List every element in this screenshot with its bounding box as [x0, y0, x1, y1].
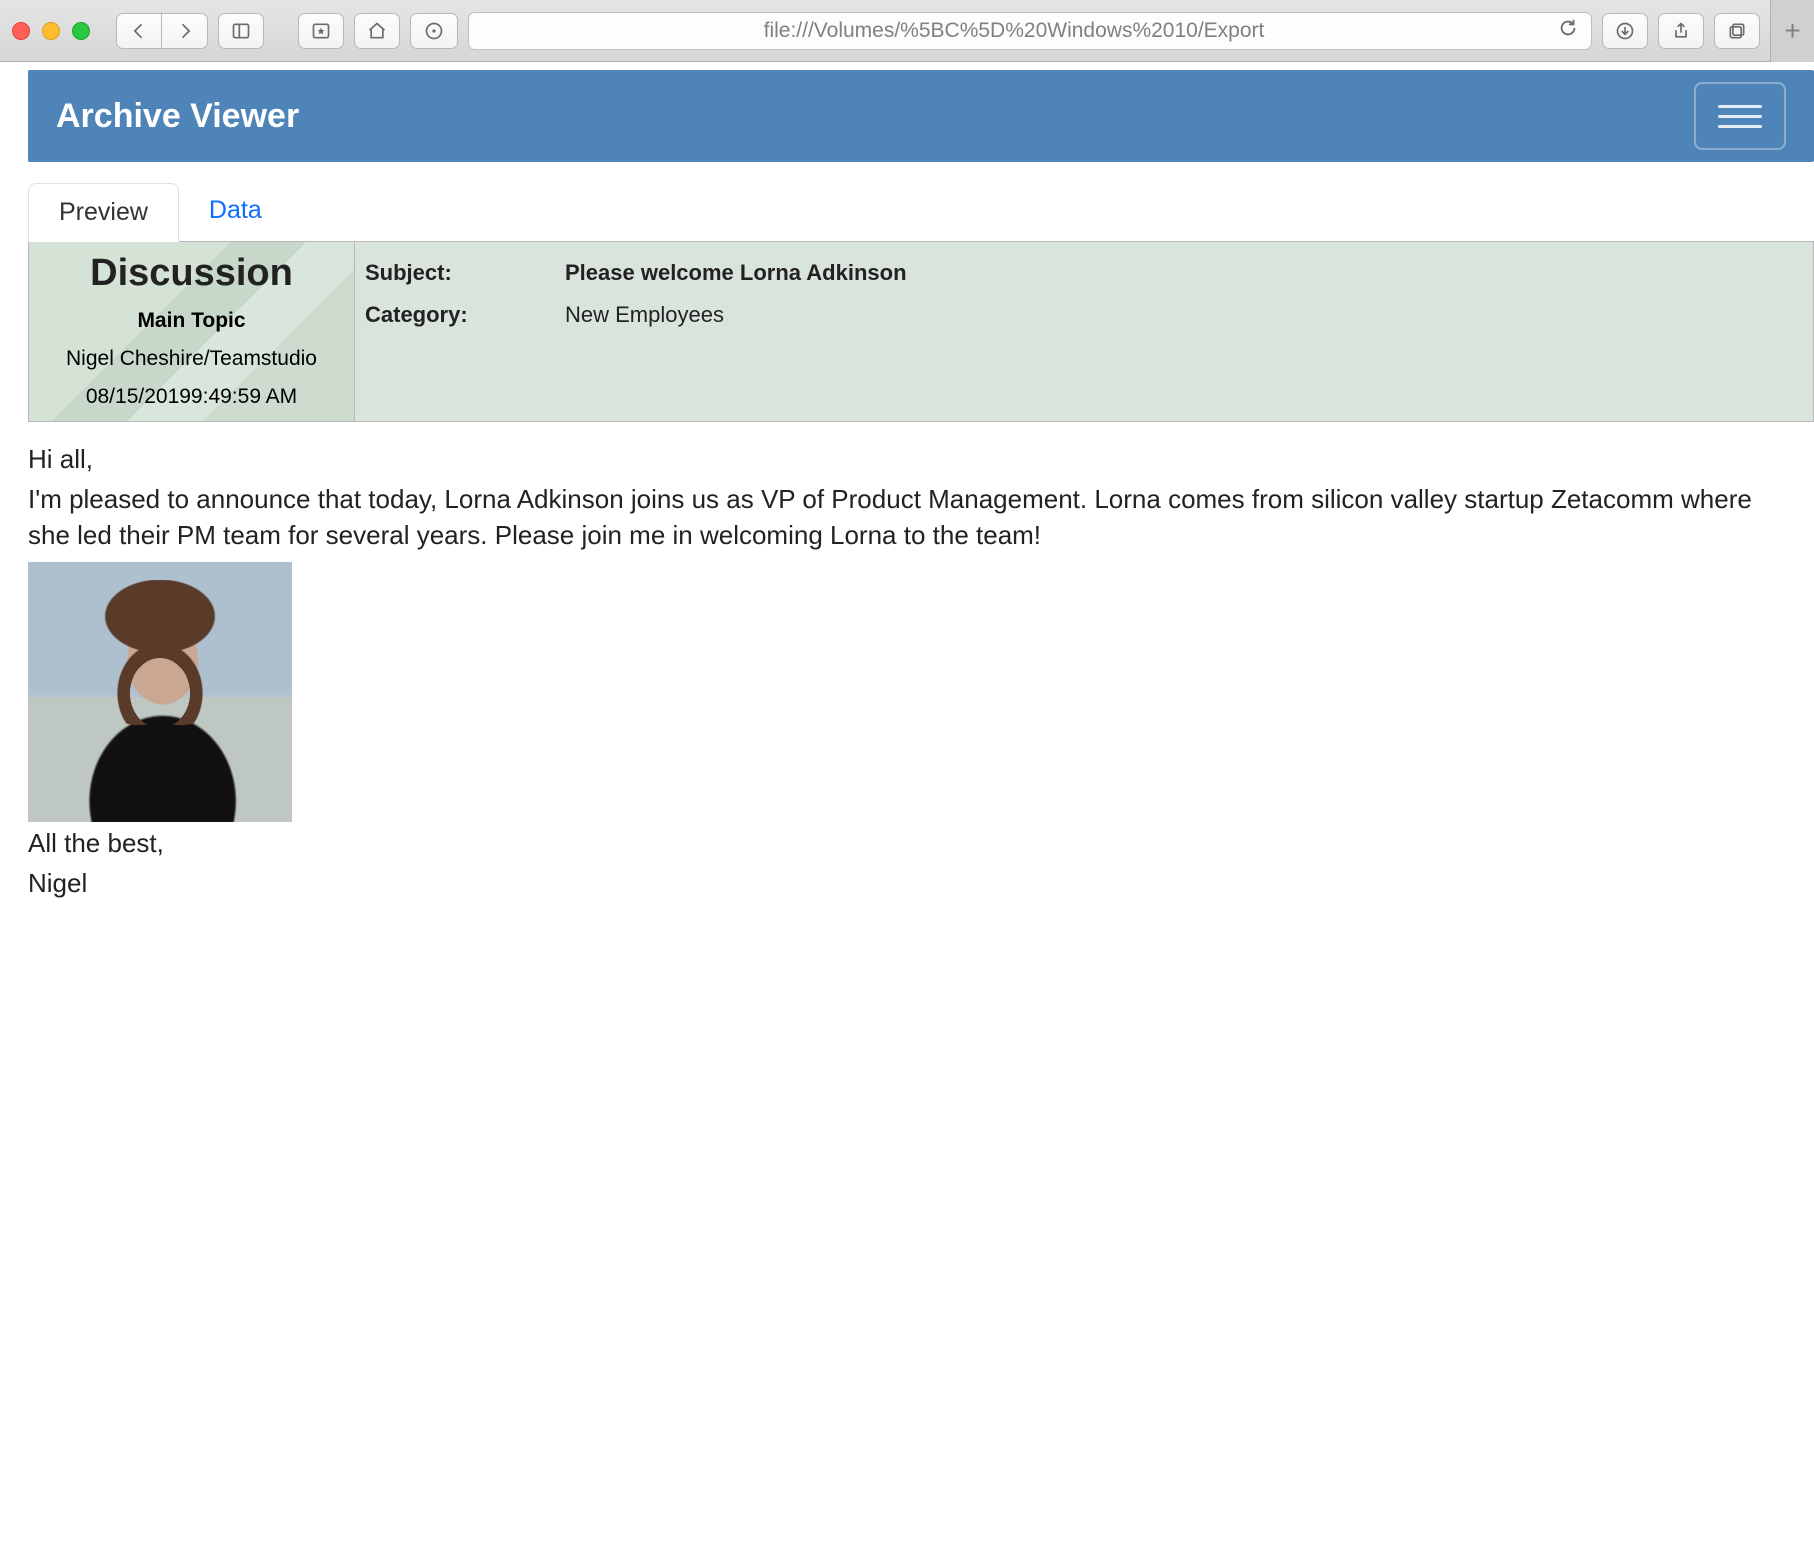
tab-data[interactable]: Data: [179, 182, 292, 241]
main-topic-label: Main Topic: [37, 309, 346, 333]
window-controls: [12, 22, 90, 40]
forward-button[interactable]: [162, 13, 208, 49]
share-button[interactable]: [1658, 13, 1704, 49]
tabs-icon: [1727, 21, 1747, 41]
share-icon: [1671, 21, 1691, 41]
sidebar-button[interactable]: [218, 13, 264, 49]
page-viewport: Archive Viewer Preview Data Discussion M…: [0, 70, 1814, 901]
body-paragraph: All the best,: [28, 826, 1788, 862]
star-box-icon: [311, 21, 331, 41]
body-paragraph: Hi all,: [28, 442, 1788, 478]
tab-label: Data: [209, 196, 262, 224]
address-bar[interactable]: file:///Volumes/%5BC%5D%20Windows%2010/E…: [468, 12, 1592, 50]
tab-label: Preview: [59, 198, 148, 226]
body-paragraph: I'm pleased to announce that today, Lorn…: [28, 482, 1788, 554]
home-icon: [367, 21, 387, 41]
subject-value: Please welcome Lorna Adkinson: [565, 260, 907, 286]
category-value: New Employees: [565, 302, 724, 328]
key-circle-icon: [424, 21, 444, 41]
home-button[interactable]: [354, 13, 400, 49]
zoom-window-button[interactable]: [72, 22, 90, 40]
menu-toggle-button[interactable]: [1694, 82, 1786, 150]
discussion-heading: Discussion: [37, 252, 346, 295]
category-row: Category: New Employees: [365, 294, 1803, 336]
category-label: Category:: [365, 302, 565, 328]
meta-details: Subject: Please welcome Lorna Adkinson C…: [355, 242, 1813, 421]
top-sites-button[interactable]: [298, 13, 344, 49]
reload-icon: [1557, 17, 1579, 39]
subject-label: Subject:: [365, 260, 565, 286]
tab-bar: Preview Data: [28, 182, 1814, 241]
tab-preview[interactable]: Preview: [28, 183, 179, 242]
sidebar-icon: [231, 21, 251, 41]
new-tab-button[interactable]: +: [1770, 0, 1814, 62]
message-meta: Discussion Main Topic Nigel Cheshire/Tea…: [28, 241, 1814, 422]
meta-summary: Discussion Main Topic Nigel Cheshire/Tea…: [29, 242, 355, 421]
app-header: Archive Viewer: [28, 70, 1814, 162]
body-paragraph: Nigel: [28, 866, 1788, 902]
minimize-window-button[interactable]: [42, 22, 60, 40]
chevron-left-icon: [129, 21, 149, 41]
message-body: Hi all, I'm pleased to announce that tod…: [28, 422, 1788, 901]
chevron-right-icon: [175, 21, 195, 41]
plus-icon: +: [1784, 15, 1800, 47]
downloads-button[interactable]: [1602, 13, 1648, 49]
hamburger-icon: [1718, 105, 1762, 108]
tabs-button[interactable]: [1714, 13, 1760, 49]
subject-row: Subject: Please welcome Lorna Adkinson: [365, 252, 1803, 294]
url-text: file:///Volumes/%5BC%5D%20Windows%2010/E…: [764, 19, 1265, 43]
author-name: Nigel Cheshire/Teamstudio: [37, 347, 346, 371]
browser-toolbar: file:///Volumes/%5BC%5D%20Windows%2010/E…: [0, 0, 1814, 62]
reload-button[interactable]: [1557, 17, 1579, 45]
app-title: Archive Viewer: [56, 97, 299, 136]
inline-photo: [28, 562, 292, 822]
password-button[interactable]: [410, 13, 458, 49]
back-button[interactable]: [116, 13, 162, 49]
download-icon: [1615, 21, 1635, 41]
timestamp: 08/15/20199:49:59 AM: [37, 385, 346, 409]
close-window-button[interactable]: [12, 22, 30, 40]
